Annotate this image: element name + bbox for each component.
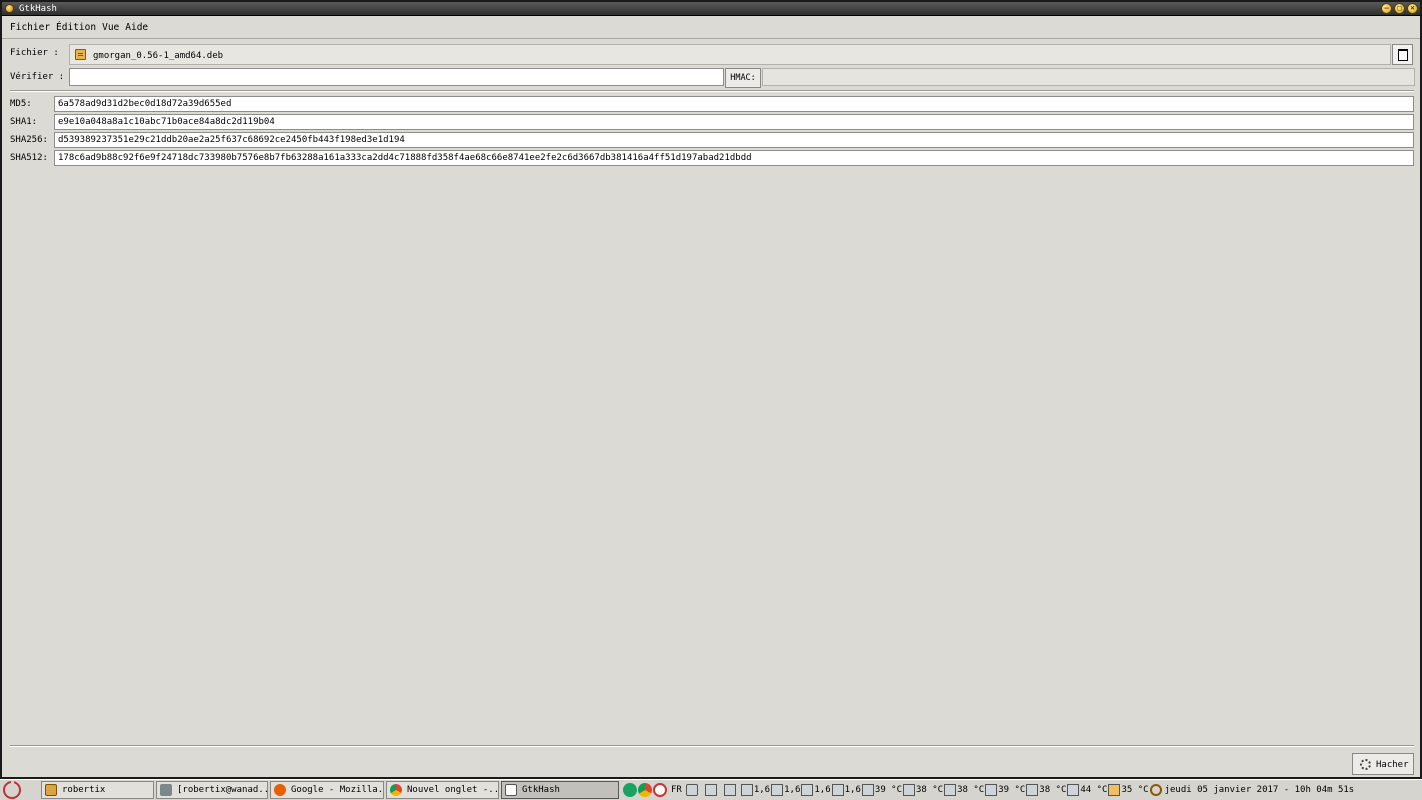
file-chooser-button[interactable]: gmorgan_0.56-1_amd64.deb xyxy=(69,44,1391,65)
alarm-clock-icon[interactable] xyxy=(653,783,667,797)
sha256-field[interactable]: d539389237351e29c21ddb20ae2a25f637c68692… xyxy=(54,132,1414,148)
verify-label: Vérifier : xyxy=(10,72,65,82)
temperature-icon xyxy=(985,784,998,796)
task-label: [robertix@wanad... xyxy=(177,785,268,795)
task-button-active[interactable]: GtkHash xyxy=(501,781,619,799)
sha1-field[interactable]: e9e10a048a8a1c10abc71b0ace84a8dc2d119b04 xyxy=(54,114,1414,130)
sha1-label: SHA1: xyxy=(10,117,38,127)
task-button[interactable]: Google - Mozilla... xyxy=(270,781,384,799)
temperature: 38 °C xyxy=(1039,785,1067,795)
window-controls: – □ × xyxy=(1381,3,1418,14)
temperature: 44 °C xyxy=(1080,785,1108,795)
md5-label: MD5: xyxy=(10,99,32,109)
temperature-icon xyxy=(903,784,915,796)
temperature-icon xyxy=(1026,784,1039,796)
start-menu-icon[interactable] xyxy=(3,780,21,799)
temperature-icon xyxy=(944,784,957,796)
task-button[interactable]: Nouvel onglet -... xyxy=(386,781,499,799)
execute-icon xyxy=(1360,759,1371,770)
terminal-icon xyxy=(160,784,172,796)
sha512-field[interactable]: 178c6ad9b88c92f6e9f24718dc733980b7576e8b… xyxy=(54,150,1414,166)
temperature-icon xyxy=(1067,784,1080,796)
document-open-icon xyxy=(1398,49,1408,61)
hash-button-label: Hacher xyxy=(1376,760,1409,770)
task-label: Nouvel onglet -... xyxy=(407,785,499,795)
menu-aide[interactable]: Aide xyxy=(125,20,148,35)
clock[interactable]: jeudi 05 janvier 2017 - 10h 04m 51s xyxy=(1165,785,1355,795)
task-label: Google - Mozilla... xyxy=(291,785,384,795)
cpu-icon xyxy=(801,784,814,796)
minimize-icon[interactable]: – xyxy=(1381,3,1392,14)
cpu-icon xyxy=(771,784,784,796)
task-label: robertix xyxy=(62,785,106,795)
menu-edition[interactable]: Édition xyxy=(56,20,96,35)
sha256-label: SHA256: xyxy=(10,135,48,145)
gtkhash-window: GtkHash – □ × Fichier Édition Vue Aide F… xyxy=(0,0,1422,779)
title-bar[interactable]: GtkHash – □ × xyxy=(2,2,1420,16)
menu-vue[interactable]: Vue xyxy=(102,20,119,35)
magnifier-icon[interactable] xyxy=(1149,784,1162,796)
hash-button[interactable]: Hacher xyxy=(1352,753,1414,775)
cpu-freq: 1,6 xyxy=(814,785,831,795)
system-tray: FR 1,6 1,6 1,6 1,6 39 °C 38 °C 38 °C 39 … xyxy=(623,783,1354,797)
cpu-freq: 1,6 xyxy=(844,785,861,795)
cpu-freq: 1,6 xyxy=(753,785,771,795)
hmac-toggle-button[interactable]: HMAC: xyxy=(725,68,761,88)
maximize-icon[interactable]: □ xyxy=(1394,3,1405,14)
hangouts-icon[interactable] xyxy=(623,783,637,797)
sha512-label: SHA512: xyxy=(10,153,48,163)
chrome-icon[interactable] xyxy=(638,783,652,797)
taskbar: robertix [robertix@wanad... Google - Moz… xyxy=(0,779,1422,800)
task-label: GtkHash xyxy=(522,785,560,795)
file-label: Fichier : xyxy=(10,48,59,58)
cpu-icon xyxy=(831,784,844,796)
temperature-icon xyxy=(861,784,874,796)
window-title: GtkHash xyxy=(19,4,57,14)
task-button[interactable]: [robertix@wanad... xyxy=(156,781,268,799)
network-icon[interactable] xyxy=(704,784,717,796)
search-icon[interactable] xyxy=(723,784,736,796)
temperature: 39 °C xyxy=(874,785,902,795)
chrome-icon xyxy=(390,784,402,796)
folder-icon xyxy=(45,784,57,796)
hmac-key-input[interactable] xyxy=(762,68,1415,86)
package-file-icon xyxy=(75,49,86,60)
temperature: 38 °C xyxy=(957,785,985,795)
close-icon[interactable]: × xyxy=(1407,3,1418,14)
temperature: 38 °C xyxy=(916,785,944,795)
verify-input[interactable] xyxy=(69,68,724,86)
separator xyxy=(10,90,1414,92)
md5-field[interactable]: 6a578ad9d31d2bec0d18d72a39d655ed xyxy=(54,96,1414,112)
app-icon[interactable] xyxy=(5,4,14,13)
open-file-button[interactable] xyxy=(1392,44,1413,65)
cpu-icon xyxy=(740,784,753,796)
separator xyxy=(10,745,1414,747)
cpu-freq: 1,6 xyxy=(784,785,801,795)
file-name: gmorgan_0.56-1_amd64.deb xyxy=(93,51,224,61)
window-icon xyxy=(505,784,517,796)
menu-bar: Fichier Édition Vue Aide xyxy=(2,17,1420,39)
temperature-icon xyxy=(1108,784,1121,796)
menu-fichier[interactable]: Fichier xyxy=(10,20,50,35)
volume-icon[interactable] xyxy=(685,784,698,796)
task-button[interactable]: robertix xyxy=(41,781,154,799)
temperature: 39 °C xyxy=(998,785,1026,795)
temperature: 35 °C xyxy=(1121,785,1149,795)
keyboard-layout[interactable]: FR xyxy=(671,785,682,795)
firefox-icon xyxy=(274,784,286,796)
